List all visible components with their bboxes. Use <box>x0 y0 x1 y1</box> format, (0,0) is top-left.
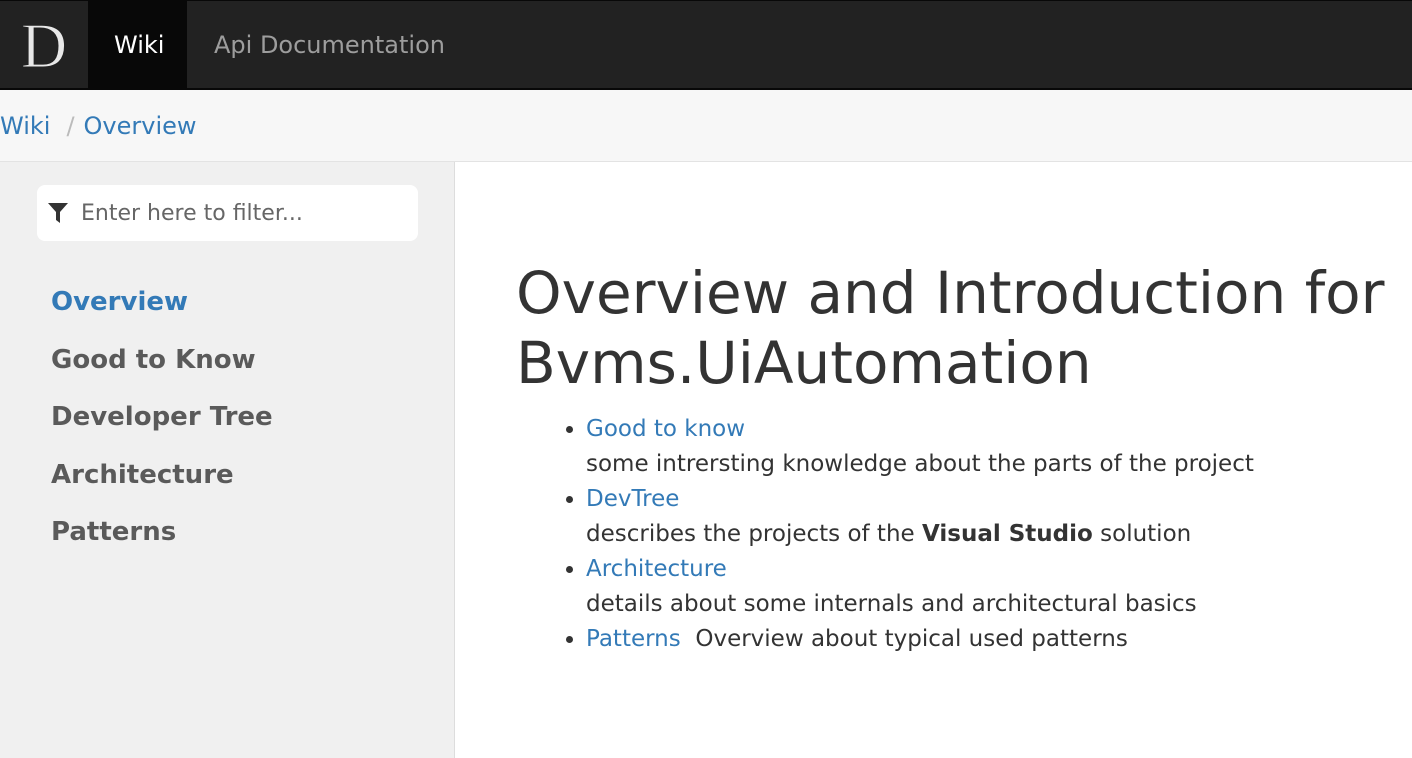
sidebar-item-developer-tree[interactable]: Developer Tree <box>51 395 273 453</box>
breadcrumb-wiki[interactable]: Wiki <box>0 112 50 140</box>
sidebar-item-architecture[interactable]: Architecture <box>51 453 273 511</box>
breadcrumb: Wiki / Overview <box>0 90 1412 162</box>
sidebar-item-good-to-know[interactable]: Good to Know <box>51 338 273 396</box>
list-item: Patterns Overview about typical used pat… <box>586 622 1396 657</box>
nav-api-documentation[interactable]: Api Documentation <box>188 1 471 89</box>
brand-logo[interactable]: D <box>0 1 88 89</box>
breadcrumb-overview[interactable]: Overview <box>84 112 197 140</box>
page-title: Overview and Introduction for Bvms.UiAut… <box>516 259 1385 397</box>
filter-box[interactable] <box>37 185 418 241</box>
filter-input[interactable] <box>79 199 399 227</box>
filter-icon <box>48 203 68 223</box>
breadcrumb-separator: / <box>66 111 75 140</box>
sidebar: Overview Good to Know Developer Tree Arc… <box>0 162 455 758</box>
svg-text:D: D <box>21 17 67 73</box>
description-text: solution <box>1092 521 1192 547</box>
description-text: describes the projects of the <box>586 521 922 547</box>
sidebar-nav: Overview Good to Know Developer Tree Arc… <box>51 280 273 568</box>
link-description: some intrersting knowledge about the par… <box>586 451 1254 477</box>
nav-wiki[interactable]: Wiki <box>88 1 187 89</box>
link-good-to-know[interactable]: Good to know <box>586 416 745 442</box>
sidebar-item-overview[interactable]: Overview <box>51 280 273 338</box>
list-item: Architecture details about some internal… <box>586 552 1396 622</box>
link-architecture[interactable]: Architecture <box>586 556 727 582</box>
link-description: describes the projects of the Visual Stu… <box>586 517 1396 552</box>
link-patterns[interactable]: Patterns <box>586 626 681 652</box>
link-description: details about some internals and archite… <box>586 591 1197 617</box>
description-text: Overview about typical used patterns <box>695 626 1128 652</box>
sidebar-item-patterns[interactable]: Patterns <box>51 510 273 568</box>
link-devtree[interactable]: DevTree <box>586 486 679 512</box>
list-item: Good to know some intrersting knowledge … <box>586 412 1396 482</box>
overview-link-list: Good to know some intrersting knowledge … <box>516 412 1396 657</box>
top-navbar: D Wiki Api Documentation <box>0 0 1412 90</box>
link-description: Overview about typical used patterns <box>688 626 1128 652</box>
brand-d-icon: D <box>20 17 67 73</box>
description-bold: Visual Studio <box>921 521 1093 547</box>
main-content: Overview and Introduction for Bvms.UiAut… <box>516 162 1396 657</box>
list-item: DevTree describes the projects of the Vi… <box>586 482 1396 552</box>
